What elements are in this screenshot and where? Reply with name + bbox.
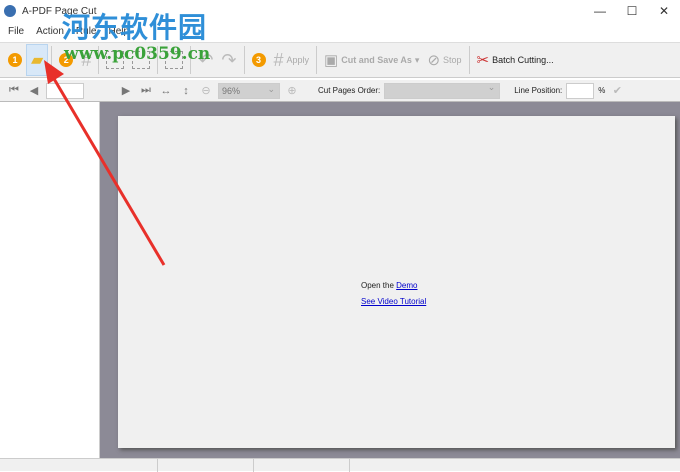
minimize-button[interactable]: — [584,0,616,22]
status-section [158,459,254,472]
apply-button[interactable]: # Apply [270,44,314,76]
cut-pages-order-label: Cut Pages Order: [318,86,381,95]
separator [468,46,470,74]
close-button[interactable]: ✕ [648,0,680,22]
menu-file[interactable]: File [2,26,30,37]
annotation-arrow-icon [44,60,166,266]
status-section [254,459,350,472]
separator [316,46,318,74]
zoom-out-icon[interactable]: ⊖ [198,84,214,97]
batch-cutting-icon: ✂ [476,52,490,69]
page-canvas: Open the Demo See Video Tutorial [118,116,675,448]
redo-button[interactable]: ↷ [217,44,240,76]
status-section [0,459,158,472]
line-position-label: Line Position: [514,86,563,95]
demo-link[interactable]: Demo [396,281,417,290]
stop-icon: ⊘ [427,52,441,69]
watermark-logo: 河东软件园 [62,12,208,43]
cut-pages-order-select[interactable] [384,82,501,99]
line-position-input[interactable] [566,82,595,99]
checkmark-icon[interactable]: ✔ [609,84,625,97]
video-tutorial-link[interactable]: See Video Tutorial [361,297,426,306]
separator [243,46,245,74]
document-viewer: Open the Demo See Video Tutorial [100,102,680,458]
step-3-badge: 3 [248,44,270,76]
percent-label: % [598,86,606,95]
open-text: Open the [361,281,394,290]
stop-button[interactable]: ⊘ Stop [423,44,465,76]
redo-icon: ↷ [221,49,237,70]
apply-grid-icon: # [273,49,284,70]
app-icon [4,5,16,17]
fit-height-icon[interactable]: ↕ [178,85,194,97]
cut-and-save-button[interactable]: ▣ Cut and Save As ▾ [320,44,423,76]
batch-cutting-button[interactable]: ✂ Batch Cutting... [473,44,558,76]
zoom-in-icon[interactable]: ⊕ [284,84,300,97]
maximize-button[interactable]: ☐ [616,0,648,22]
zoom-select[interactable]: 96% [218,82,280,99]
status-bar [0,458,680,472]
save-icon: ▣ [324,52,339,69]
step-1-badge: 1 [4,44,26,76]
first-page-icon[interactable]: ⏮ [6,84,22,97]
dropdown-icon: ▾ [414,54,420,65]
